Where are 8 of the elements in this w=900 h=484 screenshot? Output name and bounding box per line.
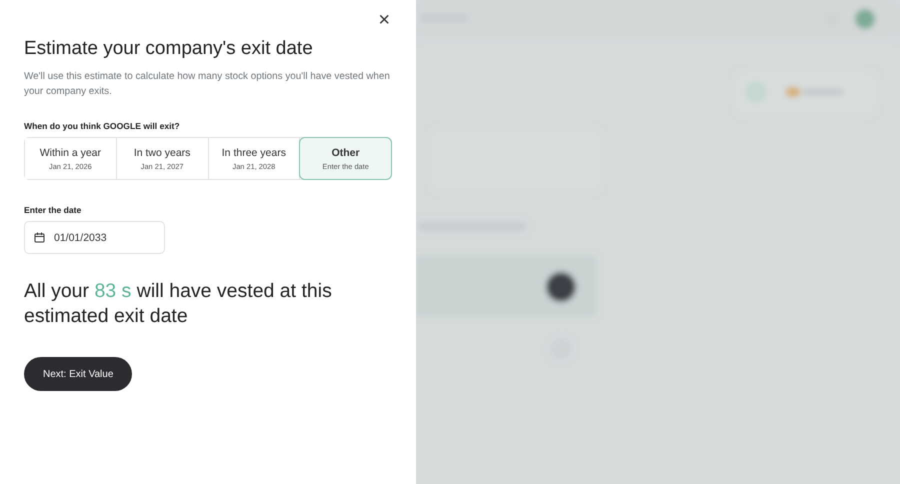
summary-text: All your 83 s will have vested at this estimated exit date — [24, 279, 333, 329]
question-label: When do you think GOOGLE will exit? — [24, 121, 181, 131]
dialog-subtitle: We'll use this estimate to calculate how many stock options you'll have vested when your company exits. — [24, 70, 391, 99]
dialog-title: Estimate your company's exit date — [24, 38, 314, 60]
close-button[interactable]: × — [374, 10, 394, 30]
date-field[interactable]: 01/01/2033 — [24, 221, 165, 254]
date-label: Enter the date — [24, 205, 82, 215]
next-button[interactable]: Next: Exit Value — [24, 357, 132, 391]
